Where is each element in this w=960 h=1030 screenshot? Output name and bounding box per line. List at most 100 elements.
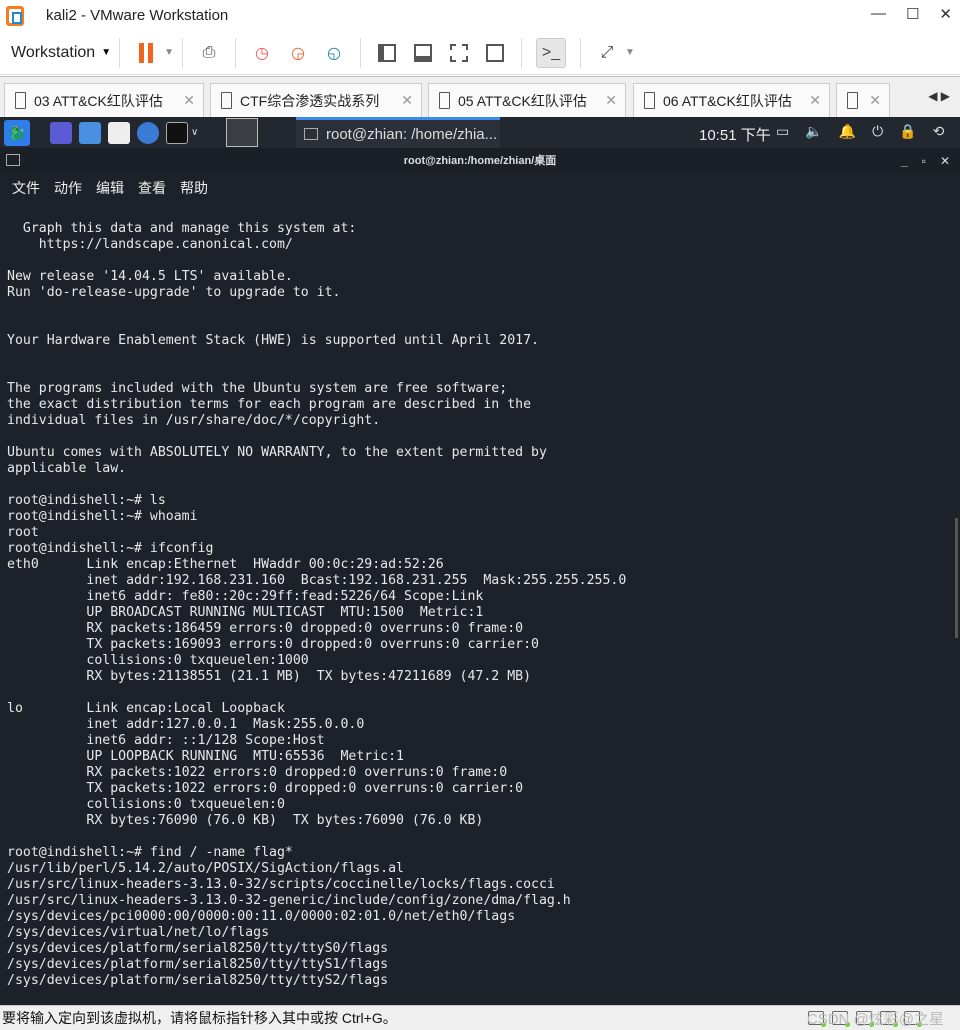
clock[interactable]: 10:51 下午 [699, 124, 771, 145]
terminal-line: /sys/devices/virtual/net/lo/flags [7, 925, 270, 940]
terminal-line: inet6 addr: ::1/128 Scope:Host [7, 733, 325, 748]
minimize-button[interactable]: — [871, 5, 886, 23]
snapshot-manager-button[interactable]: ◵ [322, 41, 346, 65]
workstation-menu[interactable]: Workstation [11, 44, 95, 62]
show-library-button[interactable] [375, 41, 399, 65]
thumbnail-bar-button[interactable] [411, 41, 435, 65]
terminal-line: /usr/src/linux-headers-3.13.0-32/scripts… [7, 877, 555, 892]
tab-label: 05 ATT&CK红队评估 [458, 92, 587, 109]
terminal-line: The programs included with the Ubuntu sy… [7, 381, 508, 396]
terminal-line: root@indishell:~# whoami [7, 509, 198, 524]
terminal-menu-bar: 文件 动作 编辑 查看 帮助 [0, 174, 960, 202]
menu-file[interactable]: 文件 [12, 178, 40, 198]
vm-icon [15, 92, 26, 109]
maximize-button[interactable]: ☐ [906, 5, 919, 23]
console-view-button[interactable]: >_ [536, 37, 566, 68]
terminal-line: UP BROADCAST RUNNING MULTICAST MTU:1500 … [7, 605, 484, 620]
chevron-down-icon[interactable]: ▼ [164, 47, 174, 58]
close-tab-icon[interactable]: ✕ [869, 92, 881, 109]
maximize-button[interactable]: ▫ [922, 148, 926, 174]
chevron-down-icon[interactable]: ▼ [625, 47, 635, 58]
terminal-line: individual files in /usr/share/doc/*/cop… [7, 413, 381, 428]
terminal-line: applicable law. [7, 461, 127, 476]
vm-icon [644, 92, 655, 109]
logout-icon[interactable]: ⟲ [933, 123, 945, 140]
close-tab-icon[interactable]: ✕ [183, 92, 195, 109]
terminal-line: Run 'do-release-upgrade' to upgrade to i… [7, 285, 341, 300]
tab-ctf[interactable]: CTF综合渗透实战系列 ✕ [210, 83, 422, 117]
terminal-line: Ubuntu comes with ABSOLUTELY NO WARRANTY… [7, 445, 547, 460]
chevron-down-icon[interactable]: ▼ [101, 47, 111, 58]
revert-snapshot-button[interactable]: ◶ [286, 41, 310, 65]
terminal-icon [304, 128, 318, 140]
terminal-line: /sys/devices/platform/serial8250/tty/tty… [7, 973, 389, 988]
tab-06-attck[interactable]: 06 ATT&CK红队评估 ✕ [633, 83, 830, 117]
close-tab-icon[interactable]: ✕ [401, 92, 413, 109]
toolbar: Workstation ▼ ▼ ⎙ ◷ ◶ ◵ >_ ⤢ ▼ [0, 31, 960, 75]
terminal-line: inet addr:192.168.231.160 Bcast:192.168.… [7, 573, 627, 588]
lock-icon[interactable]: 🔒 [899, 123, 916, 140]
stretch-icon[interactable]: ⤢ [595, 41, 619, 65]
terminal-line: eth0 Link encap:Ethernet HWaddr 00:0c:29… [7, 557, 444, 572]
vm-tabs: 03 ATT&CK红队评估 ✕ CTF综合渗透实战系列 ✕ 05 ATT&CK红队评… [0, 76, 960, 118]
terminal-icon[interactable] [166, 121, 188, 144]
terminal-line: the exact distribution terms for each pr… [7, 397, 532, 412]
close-tab-icon[interactable]: ✕ [605, 92, 617, 109]
terminal-line: RX packets:186459 errors:0 dropped:0 ove… [7, 621, 524, 636]
take-snapshot-button[interactable]: ◷ [250, 41, 274, 65]
terminal-line: RX bytes:21138551 (21.1 MB) TX bytes:472… [7, 669, 532, 684]
terminal-titlebar: root@zhian:/home/zhian/桌面 _ ▫ ✕ [0, 148, 960, 174]
close-button[interactable]: ✕ [939, 5, 952, 23]
full-screen-button[interactable] [447, 41, 471, 65]
terminal-line: root@indishell:~# ifconfig [7, 541, 214, 556]
pause-button[interactable] [134, 41, 158, 65]
kali-menu-icon[interactable]: 🐉 [4, 119, 30, 146]
unity-button[interactable] [483, 41, 507, 65]
terminal-line: TX packets:1022 errors:0 dropped:0 overr… [7, 781, 524, 796]
terminal-line: New release '14.04.5 LTS' available. [7, 269, 293, 284]
workspace-switcher[interactable] [226, 118, 258, 147]
browser-icon[interactable] [137, 121, 159, 144]
terminal-line: lo Link encap:Local Loopback [7, 701, 285, 716]
terminal-line: TX packets:169093 errors:0 dropped:0 ove… [7, 637, 539, 652]
power-icon[interactable]: ⏻ [872, 123, 883, 140]
tab-03-attck[interactable]: 03 ATT&CK红队评估 ✕ [4, 83, 204, 117]
scrollbar[interactable] [955, 518, 958, 638]
notification-bell-icon[interactable]: 🔔 [839, 123, 856, 140]
terminal-line: Graph this data and manage this system a… [7, 221, 357, 236]
terminal-output[interactable]: Graph this data and manage this system a… [7, 221, 626, 989]
workspace-icon[interactable] [50, 121, 72, 144]
terminal-line: /usr/lib/perl/5.14.2/auto/POSIX/SigActio… [7, 861, 404, 876]
menu-help[interactable]: 帮助 [180, 178, 208, 198]
menu-action[interactable]: 动作 [54, 178, 82, 198]
close-button[interactable]: ✕ [940, 148, 950, 174]
terminal-window: root@zhian:/home/zhian/桌面 _ ▫ ✕ 文件 动作 编辑 查… [0, 148, 960, 1005]
terminal-line: collisions:0 txqueuelen:0 [7, 797, 285, 812]
terminal-line: RX packets:1022 errors:0 dropped:0 overr… [7, 765, 508, 780]
tab-kali2[interactable]: ✕ [836, 83, 890, 117]
terminal-line: /sys/devices/pci0000:00/0000:00:11.0/000… [7, 909, 516, 924]
file-manager-icon[interactable] [79, 121, 101, 144]
taskbar-terminal-item[interactable]: root@zhian: /home/zhia... [296, 117, 500, 148]
tab-05-attck[interactable]: 05 ATT&CK红队评估 ✕ [428, 83, 626, 117]
chevron-down-icon[interactable]: ∨ [191, 127, 198, 138]
minimize-button[interactable]: _ [901, 148, 908, 174]
vm-icon [439, 92, 450, 109]
terminal-line: inet6 addr: fe80::20c:29ff:fead:5226/64 … [7, 589, 484, 604]
pause-icon [139, 42, 154, 63]
tab-scroll-arrows[interactable]: ◀ ▶ [928, 89, 950, 103]
volume-icon[interactable]: 🔈 [805, 123, 822, 140]
menu-view[interactable]: 查看 [138, 178, 166, 198]
text-editor-icon[interactable] [108, 121, 130, 144]
tab-label: 06 ATT&CK红队评估 [663, 92, 792, 109]
terminal-line: collisions:0 txqueuelen:1000 [7, 653, 309, 668]
menu-edit[interactable]: 编辑 [96, 178, 124, 198]
close-tab-icon[interactable]: ✕ [809, 92, 821, 109]
display-icon[interactable]: ▭ [776, 123, 789, 140]
send-ctrl-alt-del-button[interactable]: ⎙ [197, 41, 221, 65]
